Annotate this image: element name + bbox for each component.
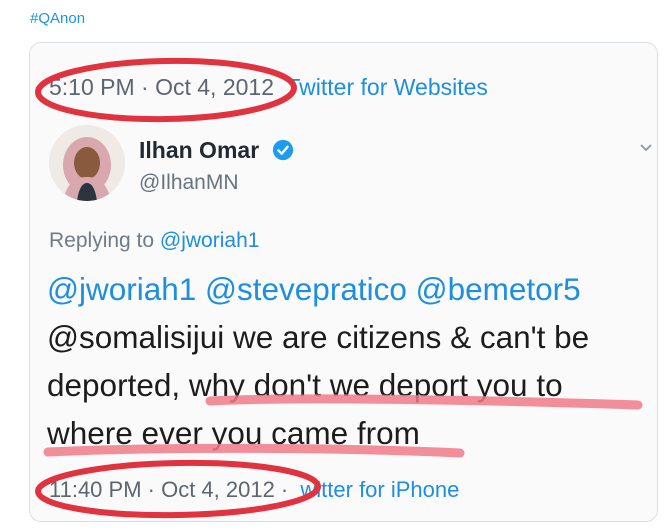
tweet-mentions-line: @jworiah1 @stevepratico @bemetor5 <box>47 271 581 307</box>
timestamp-bottom: 11:40 PM · Oct 4, 2012 · <box>49 477 289 502</box>
replying-to: Replying to @jworiah1 <box>49 229 259 253</box>
tweet-line-2: @somalisijui we are citizens & can't be <box>47 319 590 355</box>
timestamp-top: 5:10 PM · Oct 4, 2012 <box>49 74 275 100</box>
source-top: Twitter for Websites <box>286 74 488 100</box>
embedded-image-card[interactable]: 5:10 PM · Oct 4, 2012 Twitter for Websit… <box>29 42 658 522</box>
tweet-line-4: where ever you came from <box>47 415 420 451</box>
replying-prefix: Replying to <box>49 229 155 252</box>
verified-badge-icon <box>272 139 293 161</box>
tweet-body: @jworiah1 @stevepratico @bemetor5 @somal… <box>47 265 657 457</box>
tweet-meta-top: 5:10 PM · Oct 4, 2012 Twitter for Websit… <box>49 74 488 101</box>
author-name: Ilhan Omar <box>139 137 260 163</box>
replying-handle: @jworiah1 <box>159 229 260 252</box>
hashtag-link[interactable]: #QAnon <box>30 10 85 27</box>
source-bottom: witter for iPhone <box>300 477 460 502</box>
author-name-row: Ilhan Omar <box>139 137 294 164</box>
tweet-screenshot-image: 5:10 PM · Oct 4, 2012 Twitter for Websit… <box>30 43 657 521</box>
author-handle: @IlhanMN <box>139 171 239 194</box>
chevron-down-icon <box>640 144 652 152</box>
tweet-meta-bottom: 11:40 PM · Oct 4, 2012 · witter for iPho… <box>49 477 459 503</box>
tweet-line-3: deported, why don't we deport you to <box>47 367 563 403</box>
avatar <box>49 125 125 201</box>
